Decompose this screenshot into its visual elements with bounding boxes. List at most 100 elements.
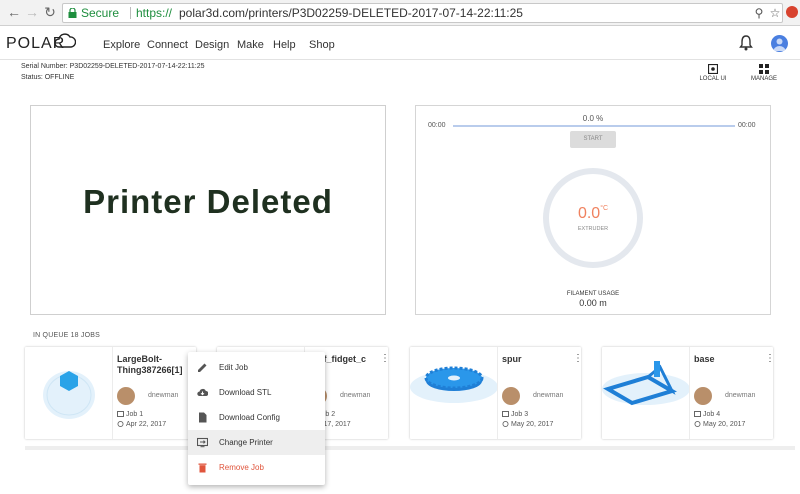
job-context-menu: Edit Job Download STL Download Config Ch… [188, 352, 325, 485]
printer-control-panel: 0.0 % 00:00 00:00 START 0.0°C EXTRUDER F… [415, 105, 771, 315]
job-card[interactable]: LargeBolt-Thing387266[1] ⋮ dnewman Job 1… [25, 347, 198, 439]
temp-value: 0.0 [577, 205, 601, 222]
job-date: Apr 22, 2017 [117, 421, 166, 428]
nav-shop[interactable]: Shop [309, 39, 335, 51]
extruder-label: EXTRUDER [577, 226, 609, 232]
time-remaining: 00:00 [738, 122, 756, 129]
monitor-swap-icon [197, 437, 208, 448]
zoom-icon[interactable]: ⚲ [752, 6, 766, 20]
job-date: May 20, 2017 [694, 421, 745, 428]
printer-mini-icon [502, 411, 509, 418]
serial-number: Serial Number: P3D02259-DELETED-2017-07-… [21, 63, 205, 70]
more-vert-icon[interactable]: ⋮ [380, 354, 390, 364]
menu-remove-job[interactable]: Remove Job [188, 455, 325, 480]
file-icon [199, 412, 207, 423]
extension-icon[interactable] [786, 6, 798, 18]
job-number-text: Job 4 [703, 411, 721, 418]
more-vert-icon[interactable]: ⋮ [765, 354, 775, 364]
job-date-text: May 20, 2017 [511, 421, 554, 428]
bolt-model-image [43, 371, 95, 419]
menu-remove-job-label: Remove Job [219, 463, 264, 472]
job-date-text: Apr 22, 2017 [126, 421, 167, 428]
lock-icon [68, 8, 77, 18]
menu-edit-job[interactable]: Edit Job [188, 355, 325, 380]
pencil-icon [198, 363, 207, 372]
job-date-text: May 20, 2017 [703, 421, 746, 428]
clock-icon [117, 421, 124, 428]
user-avatar[interactable] [771, 35, 788, 52]
clock-icon [502, 421, 509, 428]
owner-avatar [694, 387, 712, 405]
owner-avatar [117, 387, 135, 405]
job-number-text: Job 1 [126, 411, 144, 418]
job-card[interactable]: spur ⋮ dnewman Job 3 May 20, 2017 [410, 347, 583, 439]
job-number: Job 1 [117, 411, 143, 418]
job-owner: dnewman [533, 392, 564, 399]
cloud-logo-icon [54, 33, 76, 48]
local-ui-button[interactable]: LOCAL UI [693, 64, 733, 82]
menu-change-printer[interactable]: Change Printer [188, 430, 325, 455]
job-title: spur [502, 354, 522, 364]
nav-connect[interactable]: Connect [147, 39, 188, 51]
job-owner: dnewman [148, 392, 179, 399]
forward-arrow-icon[interactable]: → [24, 4, 40, 20]
app-header: POLAR Explore Connect Design Make Help S… [0, 26, 800, 60]
back-arrow-icon[interactable]: ← [6, 4, 22, 20]
url-separator [130, 7, 131, 19]
job-thumbnail [410, 347, 498, 439]
browser-toolbar: ← → ↻ Secure https:// polar3d.com/printe… [0, 0, 800, 26]
bookmark-star-icon[interactable]: ☆ [768, 6, 782, 20]
local-ui-icon [708, 64, 718, 74]
filament-usage-label: FILAMENT USAGE [566, 291, 620, 297]
manage-button[interactable]: MANAGE [744, 64, 784, 82]
url-text: polar3d.com/printers/P3D02259-DELETED-20… [179, 6, 523, 20]
manage-label: MANAGE [750, 76, 777, 82]
nav-design[interactable]: Design [195, 39, 229, 51]
queue-title: IN QUEUE 18 JOBS [33, 332, 100, 339]
start-button[interactable]: START [570, 131, 616, 148]
job-number: Job 4 [694, 411, 720, 418]
progress-bar [453, 125, 735, 127]
job-title: LargeBolt-Thing387266[1] [117, 354, 183, 375]
job-thumbnail [25, 347, 113, 439]
queue-scrollbar[interactable] [25, 446, 795, 450]
job-card[interactable]: base ⋮ dnewman Job 4 May 20, 2017 [602, 347, 775, 439]
filament-usage-value: 0.00 m [579, 298, 607, 308]
bell-icon[interactable] [739, 35, 753, 51]
reload-icon[interactable]: ↻ [42, 4, 58, 20]
cloud-download-icon [197, 388, 208, 396]
menu-change-printer-label: Change Printer [219, 438, 273, 447]
extruder-temp: 0.0°C [549, 205, 637, 223]
menu-download-config-label: Download Config [219, 413, 280, 422]
extruder-gauge: 0.0°C EXTRUDER [543, 168, 643, 268]
printer-status: Status: OFFLINE [21, 74, 75, 81]
temp-unit: °C [600, 205, 609, 212]
job-title: base [694, 354, 715, 364]
job-date: May 20, 2017 [502, 421, 553, 428]
nav-help[interactable]: Help [273, 39, 296, 51]
menu-download-stl[interactable]: Download STL [188, 380, 325, 405]
address-bar[interactable]: Secure https:// polar3d.com/printers/P3D… [62, 3, 783, 23]
job-number-text: Job 3 [511, 411, 529, 418]
trash-icon [198, 463, 207, 473]
printer-mini-icon [117, 411, 124, 418]
manage-grid-icon [759, 64, 769, 74]
spur-gear-model-image [410, 366, 497, 403]
local-ui-label: LOCAL UI [699, 76, 727, 82]
more-vert-icon[interactable]: ⋮ [573, 354, 583, 364]
owner-avatar [502, 387, 520, 405]
secure-label: Secure [81, 6, 120, 20]
user-silhouette-icon [773, 38, 786, 51]
menu-edit-job-label: Edit Job [219, 363, 248, 372]
nav-make[interactable]: Make [237, 39, 264, 51]
nav-explore[interactable]: Explore [103, 39, 140, 51]
printer-image-panel: Printer Deleted [30, 105, 386, 315]
job-number: Job 3 [502, 411, 528, 418]
menu-download-stl-label: Download STL [219, 388, 272, 397]
menu-download-config[interactable]: Download Config [188, 405, 325, 430]
job-owner: dnewman [725, 392, 756, 399]
printer-deleted-text: Printer Deleted [83, 183, 333, 220]
job-thumbnail [602, 347, 690, 439]
printer-mini-icon [694, 411, 701, 418]
progress-percent: 0.0 % [582, 114, 604, 123]
